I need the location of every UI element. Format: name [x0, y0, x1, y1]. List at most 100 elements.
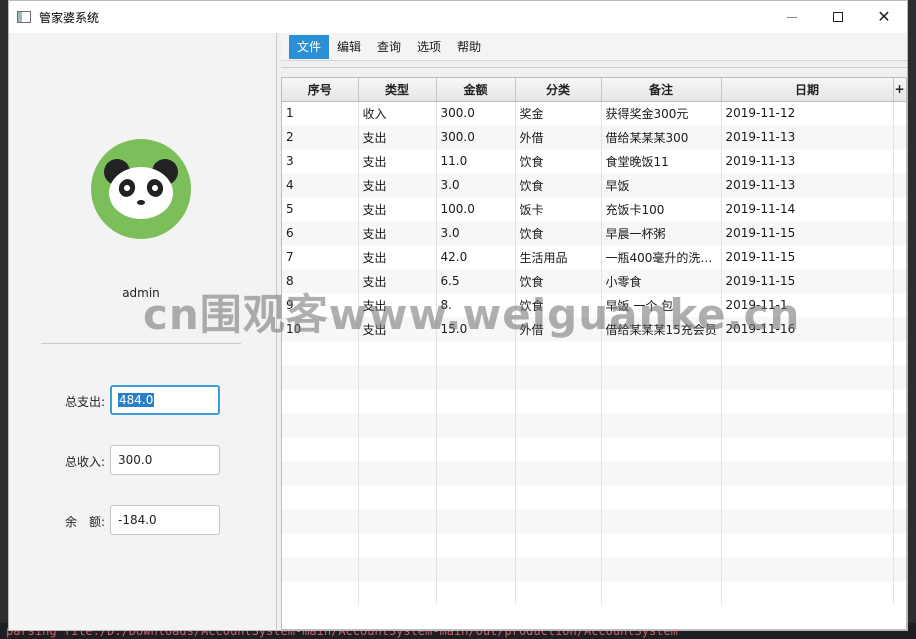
- table-cell: 7: [282, 245, 359, 269]
- balance-label: 余 额:: [64, 515, 105, 529]
- table-cell: [721, 509, 894, 533]
- column-header-amount[interactable]: 金额: [436, 78, 516, 102]
- table-row[interactable]: 2 支出 300.0 外借 借给某某某300 2019-11-13: [282, 125, 906, 149]
- table-cell: 3.0: [436, 173, 516, 197]
- column-header-date[interactable]: 日期: [721, 78, 894, 102]
- table-cell: [601, 509, 722, 533]
- table-cell: [721, 581, 894, 605]
- table-cell: 2019-11-13: [721, 149, 894, 173]
- maximize-button[interactable]: [815, 1, 861, 33]
- app-icon: [17, 11, 31, 23]
- close-button[interactable]: ✕: [861, 1, 907, 33]
- table-cell: 支出: [358, 245, 437, 269]
- column-header-note[interactable]: 备注: [601, 78, 722, 102]
- table-cell: 6.5: [436, 269, 516, 293]
- table-cell: 2: [282, 125, 359, 149]
- title-bar[interactable]: 管家婆系统 ✕: [9, 1, 907, 33]
- table-cell: [436, 533, 516, 557]
- close-icon: ✕: [877, 7, 891, 26]
- table-cell: 2019-11-15: [721, 245, 894, 269]
- empty-table-row[interactable]: [282, 341, 906, 365]
- table-cell: [893, 437, 906, 461]
- table-cell: [601, 581, 722, 605]
- table-cell: [601, 437, 722, 461]
- table-cell: 2019-11-12: [721, 101, 894, 125]
- table-cell: 外借: [515, 125, 602, 149]
- empty-table-row[interactable]: [282, 365, 906, 389]
- empty-table-row[interactable]: [282, 437, 906, 461]
- table-cell: [282, 533, 359, 557]
- table-cell: [721, 413, 894, 437]
- username-label: admin: [122, 286, 160, 300]
- table-cell: [893, 509, 906, 533]
- table-cell: [358, 365, 437, 389]
- table-cell: [436, 437, 516, 461]
- table-row[interactable]: 6 支出 3.0 饮食 早晨一杯粥 2019-11-15: [282, 221, 906, 245]
- empty-table-row[interactable]: [282, 461, 906, 485]
- empty-table-row[interactable]: [282, 413, 906, 437]
- empty-table-row[interactable]: [282, 389, 906, 413]
- table-row[interactable]: 5 支出 100.0 饭卡 充饭卡100 2019-11-14: [282, 197, 906, 221]
- table-row[interactable]: 9 支出 8. 饮食 早饭 一个 包 2019-11-1: [282, 293, 906, 317]
- empty-table-row[interactable]: [282, 485, 906, 509]
- table-row[interactable]: 1 收入 300.0 奖金 获得奖金300元 2019-11-12: [282, 101, 906, 125]
- table-cell: [515, 509, 602, 533]
- table-cell: [721, 557, 894, 581]
- column-header-id[interactable]: 序号: [282, 78, 359, 102]
- table-row[interactable]: 3 支出 11.0 饮食 食堂晚饭11 2019-11-13: [282, 149, 906, 173]
- table-cell: 一瓶400毫升的洗…: [601, 245, 722, 269]
- menu-options[interactable]: 选项: [409, 35, 449, 59]
- table-cell: [893, 197, 906, 221]
- table-cell: 饮食: [515, 149, 602, 173]
- menu-help[interactable]: 帮助: [449, 35, 489, 59]
- table-cell: 6: [282, 221, 359, 245]
- table-cell: [893, 317, 906, 341]
- table-cell: 获得奖金300元: [601, 101, 722, 125]
- table-cell: [515, 485, 602, 509]
- minimize-button[interactable]: [769, 1, 815, 33]
- table-cell: 早晨一杯粥: [601, 221, 722, 245]
- table-cell: 饮食: [515, 293, 602, 317]
- table-cell: [601, 389, 722, 413]
- column-header-category[interactable]: 分类: [515, 78, 602, 102]
- table-cell: [282, 557, 359, 581]
- table-cell: 饮食: [515, 221, 602, 245]
- table-row[interactable]: 10 支出 15.0 外借 借给某某某15充会员 2019-11-16: [282, 317, 906, 341]
- column-menu-button[interactable]: +: [893, 78, 906, 102]
- menu-query[interactable]: 查询: [369, 35, 409, 59]
- total-expense-field[interactable]: 484.0: [110, 385, 220, 415]
- total-income-field[interactable]: 300.0: [110, 445, 220, 475]
- table-cell: 11.0: [436, 149, 516, 173]
- table-cell: [601, 557, 722, 581]
- table-cell: [436, 413, 516, 437]
- table-cell: [436, 509, 516, 533]
- table-cell: [893, 269, 906, 293]
- table-row[interactable]: 8 支出 6.5 饮食 小零食 2019-11-15: [282, 269, 906, 293]
- avatar: [91, 139, 191, 239]
- records-table[interactable]: 序号 类型 金额 分类 备注 日期 + 1 收入 300.0 奖金 获得奖金300元 20…: [281, 77, 907, 630]
- menu-file[interactable]: 文件: [289, 34, 330, 59]
- total-income-label: 总收入:: [64, 455, 105, 469]
- balance-field[interactable]: -184.0: [110, 505, 220, 535]
- table-cell: 外借: [515, 317, 602, 341]
- table-cell: [721, 341, 894, 365]
- empty-table-row[interactable]: [282, 581, 906, 605]
- table-row[interactable]: 4 支出 3.0 饮食 早饭 2019-11-13: [282, 173, 906, 197]
- empty-table-row[interactable]: [282, 533, 906, 557]
- window-title: 管家婆系统: [39, 10, 100, 25]
- table-cell: 2019-11-14: [721, 197, 894, 221]
- table-cell: 支出: [358, 173, 437, 197]
- table-cell: [515, 533, 602, 557]
- table-cell: [893, 413, 906, 437]
- table-cell: [721, 533, 894, 557]
- table-cell: [721, 461, 894, 485]
- window-controls: ✕: [769, 1, 907, 33]
- table-row[interactable]: 7 支出 42.0 生活用品 一瓶400毫升的洗… 2019-11-15: [282, 245, 906, 269]
- table-cell: [515, 413, 602, 437]
- table-cell: [358, 461, 437, 485]
- column-header-type[interactable]: 类型: [358, 78, 437, 102]
- menu-edit[interactable]: 编辑: [329, 35, 369, 59]
- empty-table-row[interactable]: [282, 509, 906, 533]
- empty-table-row[interactable]: [282, 557, 906, 581]
- table-cell: 300.0: [436, 101, 516, 125]
